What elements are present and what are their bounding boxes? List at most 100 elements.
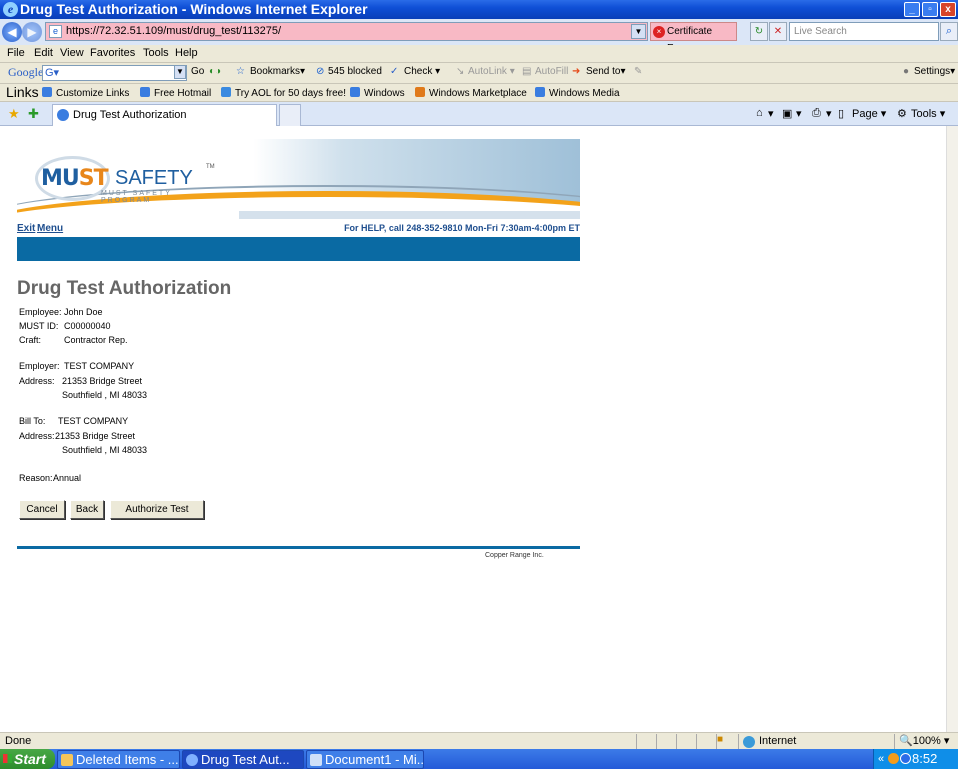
address-url: https://72.32.51.109/must/drug_test/1132… xyxy=(66,25,282,37)
link-label: Windows xyxy=(364,88,405,99)
task-deleted-items[interactable]: Deleted Items - ... xyxy=(57,750,180,769)
feeds-icon[interactable]: ▣ xyxy=(782,107,792,120)
must-id-value: C00000040 xyxy=(64,321,111,331)
tab-drug-test-authorization[interactable]: Drug Test Authorization xyxy=(52,104,277,126)
menu-tools[interactable]: Tools xyxy=(143,47,169,59)
go-button[interactable]: Go xyxy=(191,66,204,77)
employee-label: Employee: xyxy=(19,307,62,317)
menu-bar: File Edit View Favorites Tools Help xyxy=(0,45,958,63)
autofill-button[interactable]: AutoFill xyxy=(535,66,568,77)
page-menu-button[interactable]: Page ▾ xyxy=(852,107,886,120)
system-tray: « 8:52 AM xyxy=(873,749,958,769)
menu-link[interactable]: Menu xyxy=(37,223,63,234)
tools-gear-icon: ⚙ xyxy=(897,108,907,120)
link-free-hotmail[interactable]: Free Hotmail xyxy=(140,87,211,99)
start-button[interactable]: Start xyxy=(0,749,55,769)
ie-icon xyxy=(186,754,198,766)
exit-link[interactable]: Exit xyxy=(17,223,35,234)
google-logo: Google xyxy=(8,65,44,79)
menu-file[interactable]: File xyxy=(7,47,25,59)
shield-error-icon: × xyxy=(653,26,665,38)
menu-favorites[interactable]: Favorites xyxy=(90,47,135,59)
minimize-button[interactable]: _ xyxy=(904,2,920,17)
feeds-dropdown[interactable]: ▾ xyxy=(796,107,802,120)
autofill-icon: ▤ xyxy=(522,66,532,77)
craft-label: Craft: xyxy=(19,335,42,345)
refresh-button[interactable]: ↻ xyxy=(750,22,768,41)
status-text: Done xyxy=(5,735,32,747)
settings-icon: ● xyxy=(903,66,910,77)
link-windows-marketplace[interactable]: Windows Marketplace xyxy=(415,87,527,99)
stop-button[interactable]: ✕ xyxy=(769,22,787,41)
aol-icon xyxy=(221,87,231,97)
search-icon[interactable]: ⌕ xyxy=(940,22,958,41)
status-segment xyxy=(636,734,655,749)
authorize-test-button[interactable]: Authorize Test xyxy=(110,500,204,519)
certificate-error-button[interactable]: × Certificate Error xyxy=(650,22,737,54)
tab-row: ★ ✚ Drug Test Authorization ⌂ ▾ ▣ ▾ ⎙ ▾ … xyxy=(0,102,958,126)
spellcheck-icon: ✓ xyxy=(390,66,399,77)
menu-edit[interactable]: Edit xyxy=(34,47,53,59)
star-icon: ☆ xyxy=(236,66,245,77)
start-label: Start xyxy=(14,751,46,767)
page-content: MUST SAFETY TM MUST SAFETY PROGRAM Exit … xyxy=(0,126,946,732)
home-dropdown[interactable]: ▾ xyxy=(768,107,774,120)
back-button[interactable]: Back xyxy=(70,500,104,519)
autolink-button[interactable]: AutoLink ▾ xyxy=(468,66,515,77)
back-nav-button[interactable]: ◀ xyxy=(2,22,22,42)
employer-value: TEST COMPANY xyxy=(64,361,135,371)
maximize-button[interactable]: ▫ xyxy=(922,2,938,17)
check-button[interactable]: Check ▾ xyxy=(404,66,440,77)
vertical-scrollbar[interactable] xyxy=(946,126,958,732)
address-bar[interactable]: e https://72.32.51.109/must/drug_test/11… xyxy=(45,22,648,41)
print-dropdown[interactable]: ▾ xyxy=(826,107,832,120)
menu-view[interactable]: View xyxy=(60,47,84,59)
bill-to-value: TEST COMPANY xyxy=(58,416,129,426)
page-nav: Exit Menu For HELP, call 248-352-9810 Mo… xyxy=(17,223,580,237)
link-windows[interactable]: Windows xyxy=(350,87,405,99)
cancel-button[interactable]: Cancel xyxy=(19,500,65,519)
tray-app-icon[interactable] xyxy=(888,753,899,764)
clock: 8:52 AM xyxy=(912,751,938,766)
banner-stripe xyxy=(239,211,580,219)
windows-logo-icon xyxy=(415,87,425,97)
status-bar: Done ■ Internet 🔍100% ▾ xyxy=(0,732,958,749)
link-customize-links[interactable]: Customize Links xyxy=(42,87,129,99)
bill-to-address-line2: Southfield , MI 48033 xyxy=(62,445,148,455)
google-search-input[interactable]: G▾ xyxy=(42,65,187,81)
task-document1[interactable]: Document1 - Mi... xyxy=(306,750,424,769)
security-zone[interactable]: Internet xyxy=(738,734,888,749)
favorites-star-icon[interactable]: ★ xyxy=(8,106,20,122)
menu-help[interactable]: Help xyxy=(175,47,198,59)
new-tab-button[interactable] xyxy=(279,104,301,126)
address-row: ◀ ▶ e https://72.32.51.109/must/drug_tes… xyxy=(0,19,958,54)
outlook-icon xyxy=(61,754,73,766)
link-label: Windows Marketplace xyxy=(429,88,527,99)
forward-nav-button[interactable]: ▶ xyxy=(22,22,42,42)
settings-button[interactable]: Settings▾ xyxy=(914,66,955,77)
tray-network-icon[interactable] xyxy=(900,753,911,764)
zoom-level[interactable]: 🔍100% ▾ xyxy=(894,734,958,749)
logo-safety: SAFETY xyxy=(115,167,193,189)
tools-menu-button[interactable]: Tools ▾ xyxy=(911,107,945,120)
home-icon[interactable]: ⌂ xyxy=(756,107,763,119)
link-windows-media[interactable]: Windows Media xyxy=(535,87,620,99)
print-icon[interactable]: ⎙ xyxy=(812,107,821,120)
zoom-value: 100% xyxy=(912,735,941,747)
google-dropdown-button[interactable]: ▼ xyxy=(174,65,186,79)
add-favorite-icon[interactable]: ✚ xyxy=(28,106,39,122)
popup-blocked-count[interactable]: 545 blocked xyxy=(328,66,382,77)
send-to-button[interactable]: Send to▾ xyxy=(586,66,626,77)
bookmarks-button[interactable]: Bookmarks▾ xyxy=(250,66,305,77)
link-try-aol[interactable]: Try AOL for 50 days free! xyxy=(221,87,346,99)
task-drug-test[interactable]: Drug Test Aut... xyxy=(182,750,304,769)
close-button[interactable]: x xyxy=(940,2,956,17)
tray-expand-icon[interactable]: « xyxy=(878,749,884,769)
employee-value: John Doe xyxy=(64,307,103,317)
search-input[interactable]: Live Search xyxy=(789,22,939,41)
google-search-value: G▾ xyxy=(45,67,60,79)
address-dropdown-button[interactable]: ▼ xyxy=(631,24,646,39)
title-bar: e Drug Test Authorization - Windows Inte… xyxy=(0,0,958,19)
page-icon: e xyxy=(49,25,62,38)
task-label: Document1 - Mi... xyxy=(325,752,424,767)
